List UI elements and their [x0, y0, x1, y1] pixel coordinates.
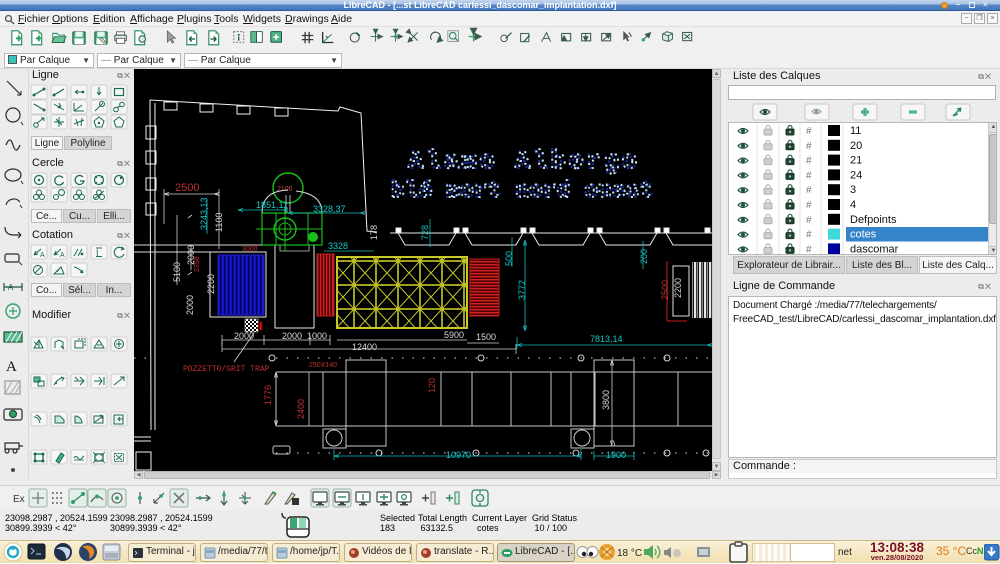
svg-text:3243,13: 3243,13 [199, 197, 209, 230]
svg-text:1851,11: 1851,11 [256, 200, 288, 210]
svg-text:18 °C: 18 °C [617, 548, 642, 559]
svg-text:12400: 12400 [352, 342, 377, 352]
svg-text:2400: 2400 [296, 399, 306, 419]
svg-text:250X140: 250X140 [309, 362, 337, 369]
svg-text:cotes: cotes [850, 229, 877, 241]
svg-text:POZZETTO/GRIT TRAP: POZZETTO/GRIT TRAP [183, 365, 270, 374]
svg-text:A: A [8, 283, 14, 292]
svg-text:Ex: Ex [13, 494, 25, 505]
svg-text:178: 178 [369, 225, 379, 240]
svg-text:24: 24 [850, 169, 862, 181]
svg-text:3772: 3772 [517, 280, 527, 300]
svg-text:2000: 2000 [234, 331, 254, 341]
svg-text:blé mort nord ouest: blé mort nord ouest [391, 178, 653, 204]
svg-text:Defpoints: Defpoints [850, 214, 897, 226]
svg-text:1100: 1100 [214, 213, 224, 232]
svg-text:4: 4 [850, 199, 856, 211]
svg-text:200: 200 [639, 249, 649, 264]
svg-text:500: 500 [504, 251, 514, 266]
svg-text:3000: 3000 [242, 246, 258, 253]
svg-text:2100: 2100 [277, 186, 293, 193]
svg-text:2500: 2500 [660, 280, 670, 300]
svg-text:Alamo Albergo: Alamo Albergo [408, 146, 639, 176]
svg-text:5100: 5100 [172, 262, 182, 282]
svg-text:10970: 10970 [446, 450, 471, 460]
svg-text:A: A [6, 359, 17, 375]
svg-text:2000: 2000 [282, 331, 302, 341]
svg-text:1500: 1500 [476, 332, 496, 342]
svg-text:dascomar: dascomar [850, 243, 899, 255]
svg-text:1900: 1900 [606, 450, 626, 460]
svg-text:2200: 2200 [673, 278, 683, 298]
svg-text:7813,14: 7813,14 [590, 334, 623, 344]
svg-text:2500: 2500 [175, 182, 199, 194]
svg-text:A: A [60, 252, 65, 259]
svg-text:3328: 3328 [328, 241, 348, 251]
svg-text:1000: 1000 [307, 331, 327, 341]
svg-text:728: 728 [420, 225, 430, 240]
svg-text:3: 3 [850, 184, 856, 196]
svg-text:3800: 3800 [601, 390, 611, 410]
svg-text:2358: 2358 [194, 256, 201, 272]
svg-text:120: 120 [427, 378, 437, 393]
svg-text:3328,37: 3328,37 [313, 204, 346, 214]
svg-text:11: 11 [850, 125, 861, 137]
svg-text:2000: 2000 [185, 295, 195, 315]
svg-text:5900: 5900 [444, 330, 464, 340]
svg-text:A: A [40, 252, 45, 259]
svg-text:20: 20 [850, 140, 862, 152]
svg-text:2200: 2200 [206, 274, 216, 294]
svg-text:1776: 1776 [263, 385, 273, 405]
svg-text:21: 21 [850, 155, 862, 167]
